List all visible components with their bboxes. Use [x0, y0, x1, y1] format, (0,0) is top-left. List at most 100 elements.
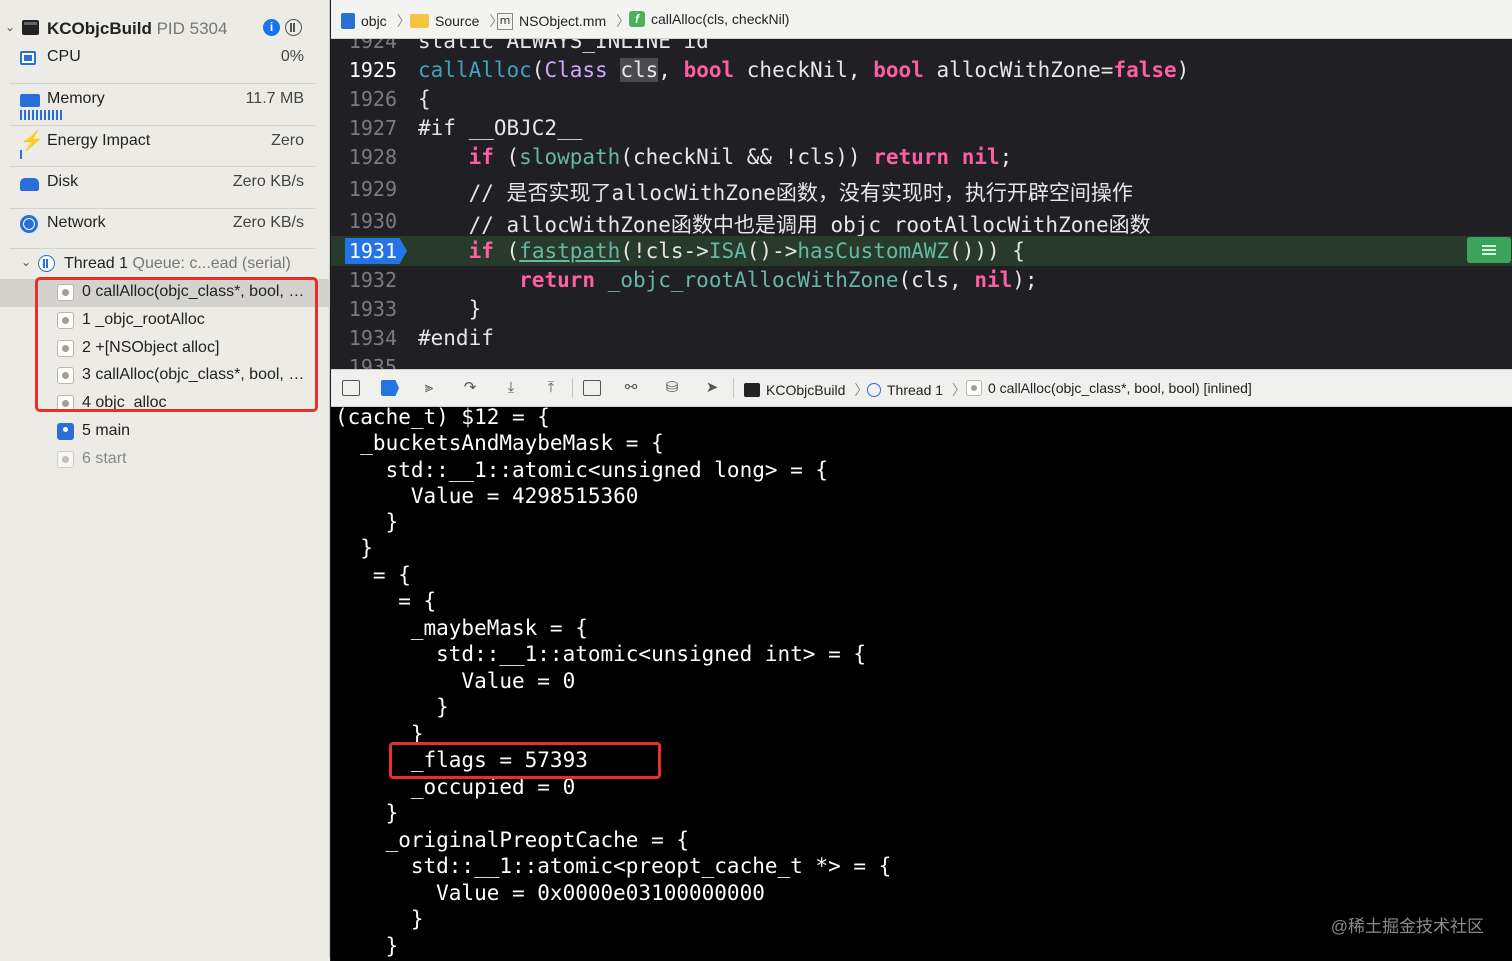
memory-graph-icon[interactable]: ⚯ [622, 380, 640, 396]
thread-title: Thread 1 Queue: c...ead (serial) [64, 255, 291, 273]
gauge-value: 11.7 MB [245, 90, 304, 107]
code-line: 1934 #endif [331, 323, 1512, 353]
frame-icon [57, 450, 74, 468]
console-line: } [335, 934, 399, 958]
lldb-console[interactable]: (cache_t) $12 = { _bucketsAndMaybeMask =… [331, 407, 1512, 961]
crumb-file[interactable]: m NSObject.mm 〉 [497, 11, 630, 31]
stack-frame[interactable]: 4 objc_alloc [0, 390, 330, 418]
cpu-icon [20, 50, 36, 70]
stack-frame[interactable]: 1 _objc_rootAlloc [0, 307, 330, 335]
stack-frame[interactable]: 6 start [0, 446, 330, 474]
code-line: 1925 callAlloc(Class cls, bool checkNil,… [331, 55, 1512, 85]
divider [10, 208, 315, 209]
debug-crumb-frame[interactable]: 0 callAlloc(objc_class*, bool, bool) [in… [966, 380, 1252, 396]
code-text: #if __OBJC2__ [418, 116, 583, 140]
stack-frame[interactable]: 2 +[NSObject alloc] [0, 335, 330, 363]
step-over-icon[interactable]: ↷ [461, 380, 479, 396]
gauge-cpu[interactable]: CPU 0% [10, 48, 315, 86]
continue-icon[interactable]: ⫸ [420, 380, 438, 396]
frame-icon [57, 395, 74, 413]
terminal-app-icon [22, 20, 39, 35]
environment-overrides-icon[interactable]: ⛁ [663, 380, 681, 396]
frame-icon [57, 339, 74, 357]
folder-icon [410, 14, 429, 28]
code-line: 1933 } [331, 294, 1512, 324]
line-number: 1931 [348, 239, 397, 263]
line-number: 1926 [348, 87, 397, 111]
line-number: 1929 [348, 177, 397, 201]
thread-queue: Queue: c...ead (serial) [132, 255, 291, 272]
debug-crumb-process[interactable]: KCObjcBuild 〉 [744, 380, 868, 400]
gauge-label: Memory [47, 90, 105, 107]
gauge-energy[interactable]: ⚡ Energy Impact Zero [10, 132, 315, 170]
crumb-folder[interactable]: Source 〉 [410, 11, 503, 31]
divider [10, 125, 315, 126]
code-comment: // 是否实现了allocWithZone函数，没有实现时，执行开辟空间操作 [418, 181, 1133, 205]
console-line: } [335, 801, 399, 825]
hamburger-icon[interactable] [1467, 237, 1511, 263]
thread-row[interactable]: ⌄ Thread 1 Queue: c...ead (serial) [0, 252, 330, 278]
globe-icon [20, 215, 38, 238]
step-out-icon[interactable]: ⤒ [542, 380, 560, 396]
frame-label: 3 callAlloc(objc_class*, bool, bool) [82, 366, 310, 384]
chevron-right-icon: 〉 [396, 13, 411, 29]
code-text: } [418, 297, 482, 321]
divider [10, 83, 315, 84]
line-number: 1927 [348, 116, 397, 140]
chevron-down-icon[interactable]: ⌄ [5, 20, 15, 34]
divider [10, 248, 315, 249]
frame-label: 1 _objc_rootAlloc [82, 310, 205, 328]
hide-debug-area-icon[interactable] [342, 380, 360, 396]
console-line: } [335, 695, 449, 719]
code-line: 1928 if (slowpath(checkNil && !cls)) ret… [331, 142, 1512, 172]
stack-frame[interactable]: 3 callAlloc(objc_class*, bool, bool) [0, 362, 330, 390]
info-icon[interactable]: i [263, 19, 280, 36]
bolt-icon: ⚡ [20, 131, 44, 152]
chevron-right-icon: 〉 [952, 382, 967, 398]
process-row[interactable]: ⌄ KCObjcBuild PID 5304 i [0, 14, 330, 44]
code-text: { [418, 87, 431, 111]
divider [572, 378, 573, 398]
console-line: _originalPreoptCache = { [335, 828, 690, 852]
memory-icon [20, 92, 40, 112]
breakpoints-toggle-icon[interactable] [381, 380, 399, 396]
step-into-icon[interactable]: ⤓ [502, 380, 520, 396]
simulate-location-icon[interactable]: ➤ [703, 380, 721, 396]
console-line: Value = 0 [335, 669, 576, 693]
gauge-label: CPU [47, 48, 81, 65]
terminal-app-icon [744, 383, 760, 397]
frame-icon [57, 367, 74, 385]
console-line: } [335, 536, 373, 560]
current-line: 1931 if (fastpath(!cls->ISA()->hasCustom… [331, 236, 1512, 266]
debug-crumb-thread[interactable]: Thread 1 〉 [867, 380, 966, 400]
debug-bar: ⫸ ↷ ⤓ ⤒ ⚯ ⛁ ➤ KCObjcBuild 〉 Thread 1 〉 0… [331, 369, 1512, 407]
gauge-label: Energy Impact [47, 132, 151, 149]
thread-icon [867, 383, 881, 397]
chevron-down-icon[interactable]: ⌄ [21, 255, 31, 269]
gauge-memory[interactable]: Memory 11.7 MB [10, 90, 315, 128]
line-number: 1934 [348, 326, 397, 350]
console-line: std::__1::atomic<unsigned long> = { [335, 458, 829, 482]
source-editor[interactable]: 1924 static ALWAYS_INLINE id 1925 callAl… [331, 39, 1512, 369]
crumb-project[interactable]: objc 〉 [341, 11, 411, 31]
crumb-label: callAlloc(cls, checkNil) [651, 11, 790, 27]
threads-filter-icon[interactable] [285, 19, 302, 36]
line-number: 1935 [348, 355, 397, 369]
gauge-value: 0% [280, 48, 304, 65]
divider [10, 166, 315, 167]
highlight-box-flags [389, 742, 661, 779]
view-hierarchy-icon[interactable] [583, 380, 601, 396]
stack-frame[interactable]: 0 callAlloc(objc_class*, bool, bool) [0, 279, 330, 307]
stack-frame[interactable]: 5 main [0, 418, 330, 446]
console-line: _maybeMask = { [335, 616, 588, 640]
gauge-label: Disk [47, 173, 79, 190]
code-line: 1924 static ALWAYS_INLINE id [331, 39, 1512, 56]
gauge-disk[interactable]: Disk Zero KB/s [10, 173, 315, 211]
line-number: 1928 [348, 145, 397, 169]
stack-frames-list: 0 callAlloc(objc_class*, bool, bool) 1 _… [0, 279, 330, 474]
crumb-label: 0 callAlloc(objc_class*, bool, bool) [in… [988, 380, 1252, 396]
crumb-function[interactable]: f callAlloc(cls, checkNil) [629, 11, 789, 27]
gauge-network[interactable]: Network Zero KB/s [10, 214, 315, 252]
process-pid: PID 5304 [156, 19, 228, 38]
thread-name: Thread 1 [64, 255, 129, 272]
